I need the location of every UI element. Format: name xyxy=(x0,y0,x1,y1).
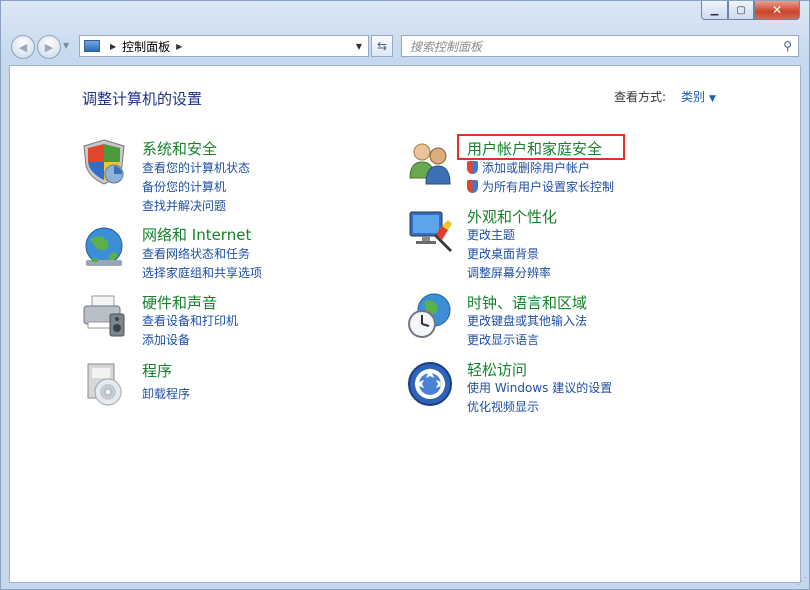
link-change-theme[interactable]: 更改主题 xyxy=(467,226,515,243)
search-placeholder: 搜索控制面板 xyxy=(410,39,483,54)
link-devices-printers[interactable]: 查看设备和打印机 xyxy=(142,312,238,329)
link-change-keyboard[interactable]: 更改键盘或其他输入法 xyxy=(467,312,587,329)
category-network-internet[interactable]: 网络和 Internet xyxy=(142,224,251,245)
maximize-icon: ▢ xyxy=(736,4,746,16)
link-parental-controls[interactable]: 为所有用户设置家长控制 xyxy=(467,178,614,195)
link-backup-computer[interactable]: 备份您的计算机 xyxy=(142,178,226,195)
view-by-label: 查看方式: xyxy=(614,90,667,104)
highlight-box xyxy=(457,134,625,160)
forward-arrow-icon: ▶ xyxy=(44,40,54,54)
recent-pages-dropdown-icon[interactable]: ▼ xyxy=(63,41,69,50)
link-view-computer-status[interactable]: 查看您的计算机状态 xyxy=(142,159,250,176)
link-add-remove-accounts[interactable]: 添加或删除用户帐户 xyxy=(467,159,590,176)
view-by-value[interactable]: 类别 xyxy=(681,90,705,104)
link-text[interactable]: 添加或删除用户帐户 xyxy=(482,161,590,175)
control-panel-icon xyxy=(84,40,100,52)
system-security-icon[interactable] xyxy=(80,138,128,186)
minimize-button[interactable]: ▁ xyxy=(701,1,728,20)
address-dropdown-icon[interactable]: ▼ xyxy=(356,42,362,51)
title-bar: ▁ ▢ ✕ xyxy=(1,1,809,29)
forward-button[interactable]: ▶ xyxy=(37,35,61,59)
link-add-device[interactable]: 添加设备 xyxy=(142,331,190,348)
programs-icon[interactable] xyxy=(80,360,128,408)
link-display-language[interactable]: 更改显示语言 xyxy=(467,331,539,348)
breadcrumb-chevron-icon[interactable]: ▶ xyxy=(176,42,182,51)
category-appearance[interactable]: 外观和个性化 xyxy=(467,206,557,227)
resize-grip-icon[interactable]: ⋰ xyxy=(797,576,807,587)
uac-shield-icon xyxy=(467,180,478,193)
control-panel-window: ▁ ▢ ✕ ◀ ▶ ▼ ▶ 控制面板 ▶ ▼ ⇆ 搜索控制面板 ⚲ 调整计算机的… xyxy=(0,0,810,590)
content-area: 调整计算机的设置 查看方式: 类别 ▼ 系统和安全 查看您的计算机状态 备份您的计… xyxy=(9,65,801,583)
close-icon: ✕ xyxy=(771,3,783,17)
search-icon[interactable]: ⚲ xyxy=(783,39,792,53)
back-arrow-icon: ◀ xyxy=(18,40,28,54)
link-desktop-background[interactable]: 更改桌面背景 xyxy=(467,245,539,262)
refresh-button[interactable]: ⇆ xyxy=(371,35,393,57)
view-by-dropdown[interactable]: 类别 ▼ xyxy=(681,88,716,105)
clock-language-region-icon[interactable] xyxy=(406,292,454,340)
uac-shield-icon xyxy=(467,161,478,174)
link-homegroup-sharing[interactable]: 选择家庭组和共享选项 xyxy=(142,264,262,281)
ease-of-access-icon[interactable] xyxy=(406,360,454,408)
category-hardware-sound[interactable]: 硬件和声音 xyxy=(142,292,217,313)
user-accounts-icon[interactable] xyxy=(406,138,454,186)
link-text[interactable]: 为所有用户设置家长控制 xyxy=(482,180,614,194)
breadcrumb-control-panel[interactable]: 控制面板 xyxy=(122,38,170,55)
minimize-icon: ▁ xyxy=(710,4,719,16)
back-button[interactable]: ◀ xyxy=(11,35,35,59)
appearance-icon[interactable] xyxy=(406,206,454,254)
category-ease-of-access[interactable]: 轻松访问 xyxy=(467,359,527,380)
hardware-sound-icon[interactable] xyxy=(80,292,128,340)
category-programs[interactable]: 程序 xyxy=(142,360,172,381)
link-network-status[interactable]: 查看网络状态和任务 xyxy=(142,245,250,262)
maximize-button[interactable]: ▢ xyxy=(728,1,754,20)
navigation-bar: ◀ ▶ ▼ ▶ 控制面板 ▶ ▼ ⇆ 搜索控制面板 ⚲ xyxy=(1,29,809,63)
category-clock-language-region[interactable]: 时钟、语言和区域 xyxy=(467,292,587,313)
link-uninstall-program[interactable]: 卸载程序 xyxy=(142,385,190,402)
network-internet-icon[interactable] xyxy=(80,224,128,272)
close-button[interactable]: ✕ xyxy=(754,1,800,20)
category-system-security[interactable]: 系统和安全 xyxy=(142,138,217,159)
dropdown-arrow-icon[interactable]: ▼ xyxy=(709,94,716,104)
address-bar[interactable]: ▶ 控制面板 ▶ ▼ xyxy=(79,35,369,57)
search-box[interactable]: 搜索控制面板 ⚲ xyxy=(401,35,799,57)
breadcrumb-chevron-icon[interactable]: ▶ xyxy=(110,42,116,51)
page-title: 调整计算机的设置 xyxy=(82,90,203,108)
link-screen-resolution[interactable]: 调整屏幕分辨率 xyxy=(467,264,551,281)
link-recommended-settings[interactable]: 使用 Windows 建议的设置 xyxy=(467,379,612,396)
refresh-icon: ⇆ xyxy=(376,39,388,53)
link-troubleshoot[interactable]: 查找并解决问题 xyxy=(142,197,226,214)
link-optimize-display[interactable]: 优化视频显示 xyxy=(467,398,539,415)
